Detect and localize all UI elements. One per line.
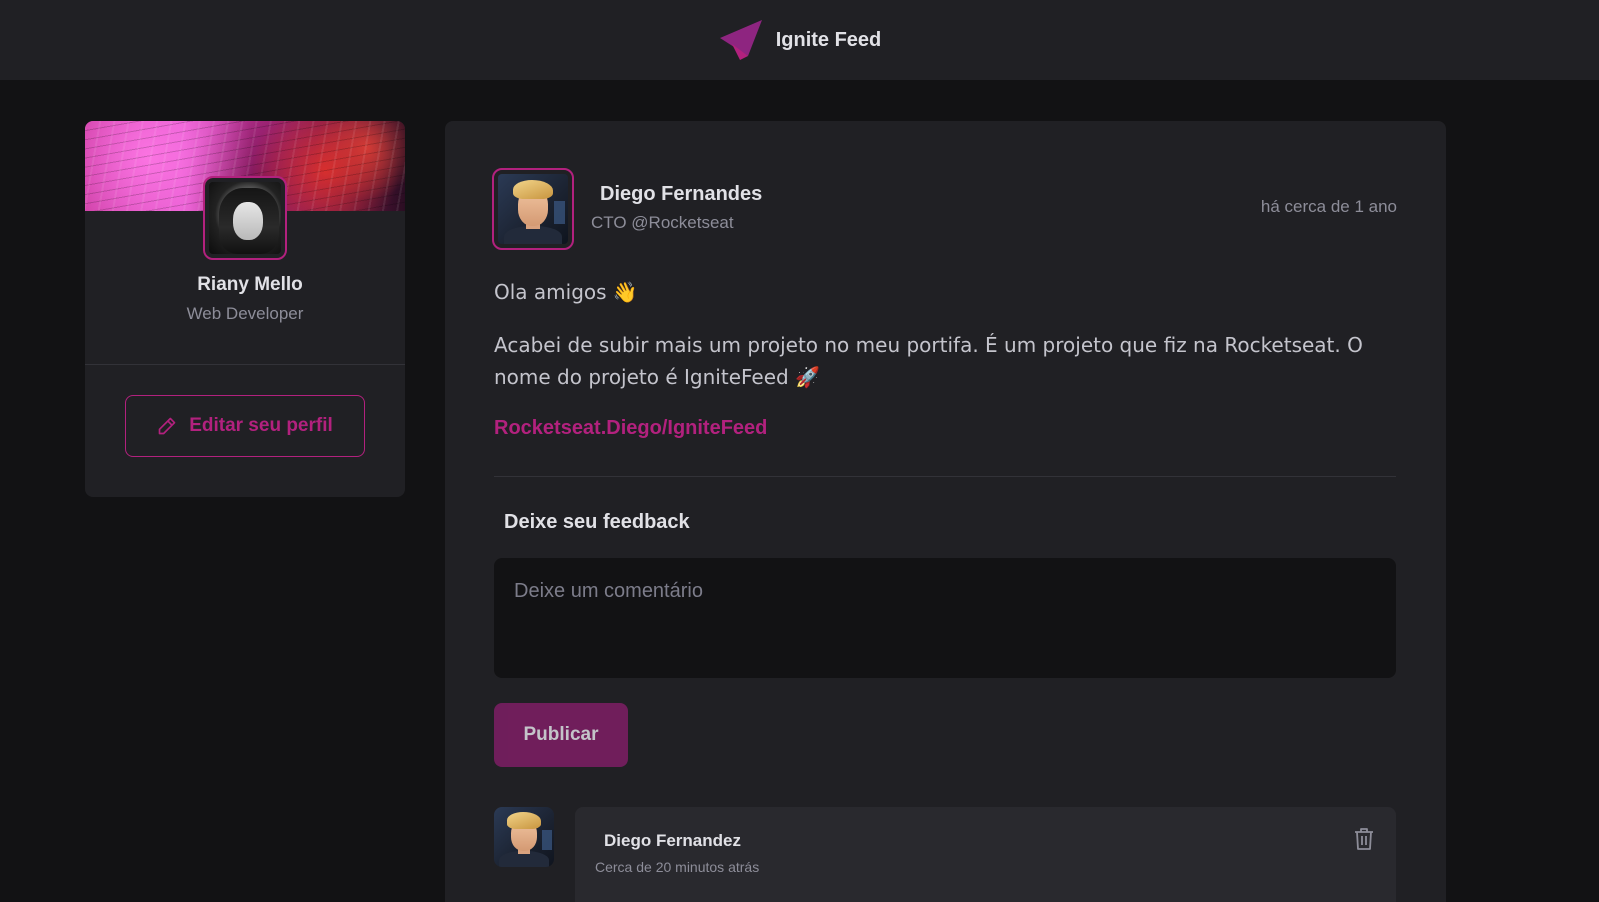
comment-author: Diego Fernandez	[604, 831, 741, 850]
profile-avatar	[203, 176, 287, 260]
edit-profile-button[interactable]: Editar seu perfil	[125, 395, 365, 457]
post-author-role: CTO @Rocketseat	[591, 213, 734, 232]
edit-profile-label: Editar seu perfil	[189, 415, 333, 436]
top-header: Ignite Feed	[0, 0, 1599, 80]
paper-plane-logo-icon	[719, 20, 762, 60]
profile-name: Riany Mello	[197, 274, 303, 295]
app-title: Ignite Feed	[775, 28, 882, 51]
comment-item: Diego Fernandez Cerca de 20 minutos atrá…	[575, 807, 1396, 902]
profile-sidebar: Riany Mello Web Developer Editar seu per…	[85, 121, 405, 497]
post-card: Diego Fernandes CTO @Rocketseat há cerca…	[445, 121, 1446, 902]
post-body: Acabei de subir mais um projeto no meu p…	[494, 333, 1363, 389]
post-author-name: Diego Fernandes	[600, 183, 763, 205]
sidebar-divider	[85, 364, 405, 365]
comment-avatar[interactable]	[494, 807, 554, 867]
post-link[interactable]: Rocketseat.Diego/IgniteFeed	[494, 417, 767, 440]
profile-role: Web Developer	[186, 304, 304, 323]
pencil-icon	[158, 417, 176, 435]
post-greeting: Ola amigos 👋	[494, 280, 638, 304]
comment-time: Cerca de 20 minutos atrás	[595, 859, 760, 875]
publish-button[interactable]: Publicar	[494, 703, 628, 767]
comment-input[interactable]	[494, 558, 1396, 678]
post-divider	[494, 476, 1396, 477]
delete-comment-button[interactable]	[1352, 827, 1376, 853]
trash-icon	[1355, 828, 1373, 850]
post-time: há cerca de 1 ano	[1260, 197, 1397, 216]
author-avatar[interactable]	[492, 168, 574, 250]
feedback-title: Deixe seu feedback	[504, 511, 690, 533]
